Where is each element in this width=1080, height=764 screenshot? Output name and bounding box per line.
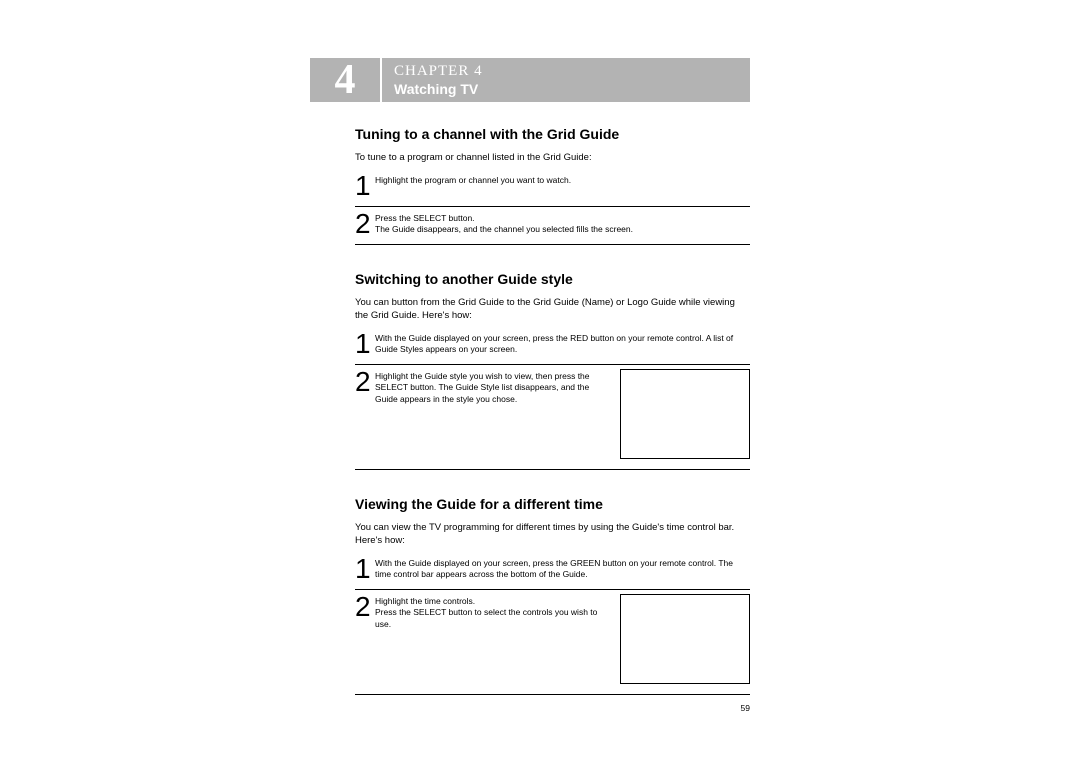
- chapter-number: 4: [335, 56, 356, 104]
- section-heading: Switching to another Guide style: [355, 271, 750, 287]
- section-different-time: Viewing the Guide for a different time Y…: [355, 496, 750, 695]
- step-text: With the Guide displayed on your screen,…: [375, 556, 750, 581]
- step-number: 2: [355, 594, 375, 619]
- step-number: 1: [355, 556, 375, 581]
- step-2: 2 Press the SELECT button. The Guide dis…: [355, 211, 750, 245]
- step-2-row: 2 Highlight the Guide style you wish to …: [355, 369, 750, 470]
- step-2-row: 2 Highlight the time controls. Press the…: [355, 594, 750, 695]
- step-1: 1 With the Guide displayed on your scree…: [355, 331, 750, 365]
- step-2: 2 Highlight the time controls. Press the…: [355, 594, 610, 634]
- section-switching-style: Switching to another Guide style You can…: [355, 271, 750, 470]
- step-text: Highlight the Guide style you wish to vi…: [375, 369, 610, 405]
- step-1: 1 With the Guide displayed on your scree…: [355, 556, 750, 590]
- section-intro: You can button from the Grid Guide to th…: [355, 297, 750, 323]
- step-text: Highlight the time controls. Press the S…: [375, 594, 610, 630]
- section-heading: Tuning to a channel with the Grid Guide: [355, 126, 750, 142]
- chapter-header: 4 CHAPTER 4 Watching TV: [310, 58, 750, 102]
- step-number: 2: [355, 369, 375, 394]
- chapter-number-box: 4: [310, 58, 380, 102]
- section-intro: You can view the TV programming for diff…: [355, 522, 750, 548]
- image-placeholder: [620, 369, 750, 459]
- step-number: 2: [355, 211, 375, 236]
- section-intro: To tune to a program or channel listed i…: [355, 152, 750, 165]
- step-text: Press the SELECT button. The Guide disap…: [375, 211, 750, 236]
- chapter-subtitle: Watching TV: [394, 81, 738, 97]
- step-text: Highlight the program or channel you wan…: [375, 173, 750, 186]
- chapter-title-box: CHAPTER 4 Watching TV: [382, 58, 750, 102]
- step-2: 2 Highlight the Guide style you wish to …: [355, 369, 610, 409]
- step-number: 1: [355, 331, 375, 356]
- step-number: 1: [355, 173, 375, 198]
- section-heading: Viewing the Guide for a different time: [355, 496, 750, 512]
- step-1: 1 Highlight the program or channel you w…: [355, 173, 750, 207]
- step-text: With the Guide displayed on your screen,…: [375, 331, 750, 356]
- section-tuning: Tuning to a channel with the Grid Guide …: [355, 126, 750, 245]
- chapter-label: CHAPTER 4: [394, 63, 738, 80]
- image-placeholder: [620, 594, 750, 684]
- manual-page: 4 CHAPTER 4 Watching TV Tuning to a chan…: [310, 58, 750, 699]
- page-number: 59: [355, 703, 750, 713]
